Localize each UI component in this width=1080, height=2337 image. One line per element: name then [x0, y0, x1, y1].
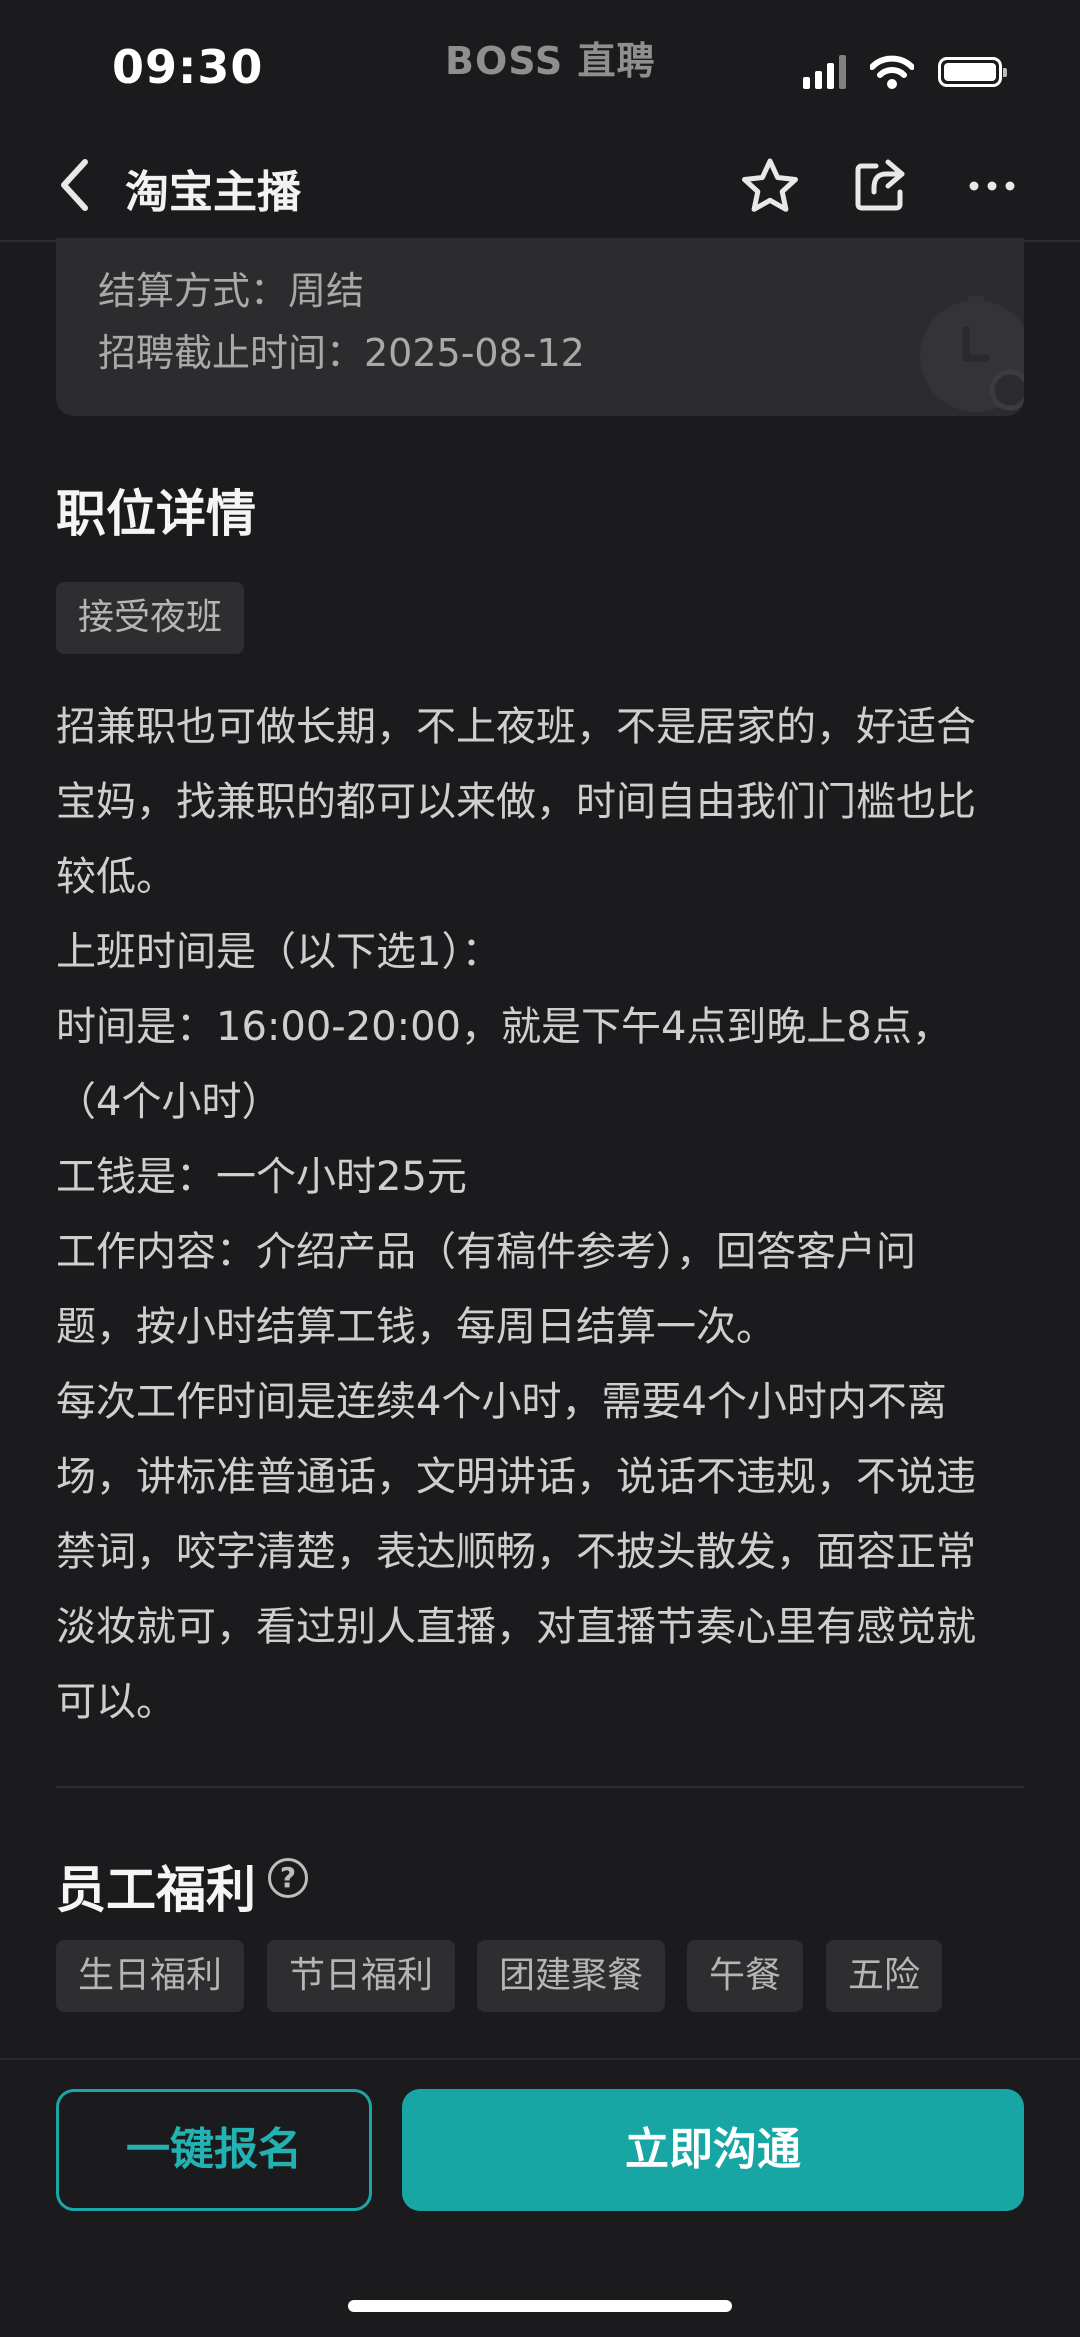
- back-button[interactable]: [44, 150, 104, 220]
- settlement-method: 结算方式：周结: [98, 269, 365, 313]
- clock-icon: [920, 296, 1024, 412]
- boss-watermark: BOSS 直聘: [445, 39, 656, 83]
- benefit-tag: 团建聚餐: [477, 1940, 666, 2012]
- description-line: 淡妆就可，看过别人直播，对直播节奏心里有感觉就: [56, 1604, 976, 1650]
- quick-apply-button[interactable]: 一键报名: [56, 2089, 372, 2211]
- benefit-tag: 五险: [826, 1940, 943, 2012]
- favorite-button[interactable]: [732, 148, 808, 224]
- chat-now-button[interactable]: 立即沟通: [402, 2089, 1024, 2211]
- back-icon: [61, 159, 88, 211]
- description-line: 上班时间是（以下选1）：: [56, 929, 502, 975]
- status-time: 09:30: [112, 40, 264, 94]
- benefit-tag: 节日福利: [267, 1940, 456, 2012]
- system-icons: [803, 50, 1007, 94]
- description-line: 招兼职也可做长期，不上夜班，不是居家的，好适合: [56, 704, 976, 750]
- application-deadline: 招聘截止时间：2025-08-12: [98, 331, 585, 375]
- page-title: 淘宝主播: [125, 167, 301, 218]
- benefit-tag: 生日福利: [56, 1940, 245, 2012]
- description-line: 宝妈，找兼职的都可以来做，时间自由我们门槛也比: [56, 779, 976, 825]
- description-line: 场，讲标准普通话，文明讲话，说话不违规，不说违: [56, 1454, 976, 1500]
- description-line: （4个小时）: [56, 1079, 282, 1125]
- tag-night-shift: 接受夜班: [56, 582, 245, 654]
- benefits-title: 员工福利: [56, 1861, 256, 1919]
- share-button[interactable]: [842, 148, 918, 224]
- description-line: 工作内容：介绍产品（有稿件参考），回答客户问: [56, 1229, 916, 1275]
- description-line: 禁词，咬字清楚，表达顺畅，不披头散发，面容正常: [56, 1529, 976, 1575]
- job-info-card: 结算方式：周结 招聘截止时间：2025-08-12: [56, 238, 1024, 416]
- description-line: 较低。: [56, 854, 176, 900]
- description-line: 工钱是：一个小时25元: [56, 1154, 467, 1200]
- share-icon: [855, 159, 905, 211]
- more-icon: [969, 181, 1015, 191]
- description-line: 可以。: [56, 1679, 176, 1725]
- job-detail-title: 职位详情: [56, 485, 256, 543]
- description-line: 时间是：16:00-20:00，就是下午4点到晚上8点，: [56, 1004, 952, 1050]
- help-icon[interactable]: ?: [268, 1858, 308, 1898]
- star-icon: [742, 158, 798, 212]
- action-bar-divider: [0, 2058, 1080, 2060]
- signal-icon: [803, 55, 846, 89]
- battery-icon: [938, 57, 1007, 87]
- job-description: 招兼职也可做长期，不上夜班，不是居家的，好适合 宝妈，找兼职的都可以来做，时间自…: [56, 690, 1024, 1740]
- description-line: 题，按小时结算工钱，每周日结算一次。: [56, 1304, 776, 1350]
- benefit-tag: 午餐: [687, 1940, 804, 2012]
- more-button[interactable]: [954, 148, 1030, 224]
- description-line: 每次工作时间是连续4个小时，需要4个小时内不离: [56, 1379, 947, 1425]
- section-divider: [56, 1786, 1024, 1788]
- wifi-icon: [870, 55, 914, 89]
- nav-bar: 淘宝主播: [0, 130, 1080, 242]
- status-bar: 09:30 BOSS 直聘: [0, 0, 1080, 130]
- home-indicator[interactable]: [348, 2300, 732, 2312]
